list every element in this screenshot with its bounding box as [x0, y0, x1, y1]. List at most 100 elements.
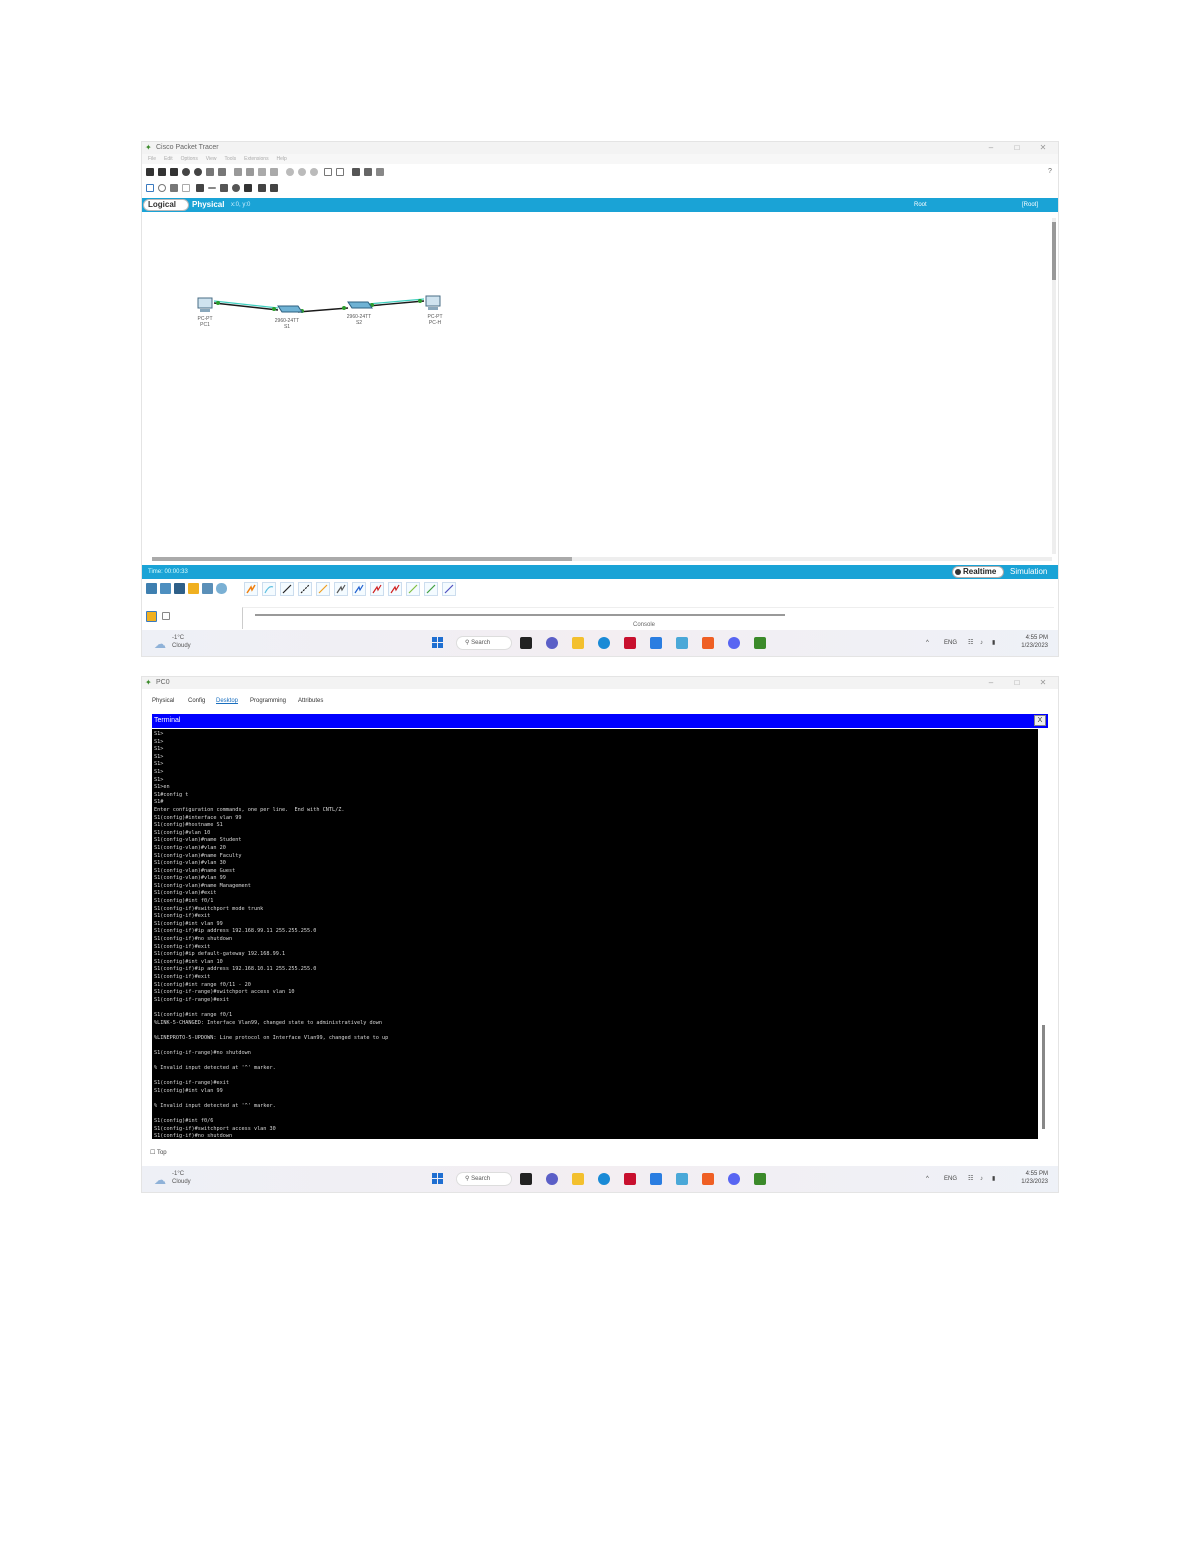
add-complex-pdu-icon[interactable]	[270, 184, 278, 192]
cisco-pt-icon[interactable]	[754, 637, 766, 649]
maximize-icon[interactable]: □	[1004, 142, 1030, 153]
selected-connection-icon[interactable]	[146, 611, 157, 622]
multiuser-icon[interactable]	[216, 583, 227, 594]
language-indicator[interactable]: ENG	[944, 639, 957, 647]
switch-icon[interactable]	[347, 301, 373, 309]
open-file-icon[interactable]	[158, 168, 166, 176]
terminal-scrollbar[interactable]	[1038, 729, 1048, 1139]
coaxial-icon[interactable]	[352, 582, 366, 596]
console-cable-icon[interactable]	[262, 582, 276, 596]
brave-browser-icon[interactable]	[702, 1173, 714, 1185]
terminal-output[interactable]: S1> S1> S1> S1> S1> S1> S1> S1>en S1#config t S1#…	[152, 729, 1038, 1139]
close-icon[interactable]: ✕	[1030, 142, 1056, 153]
tray-overflow-icon[interactable]: ^	[926, 1175, 929, 1183]
zoom-reset-icon[interactable]	[298, 168, 306, 176]
mcafee-icon[interactable]	[624, 1173, 636, 1185]
close-icon[interactable]: ✕	[1030, 677, 1056, 688]
menu-view[interactable]: View	[206, 154, 217, 164]
workspace-horizontal-scrollbar[interactable]	[152, 557, 1052, 561]
clock-date[interactable]: 1/23/2023	[1008, 1179, 1048, 1186]
wifi-icon[interactable]: ☷	[968, 1175, 973, 1183]
tab-physical[interactable]: Physical	[192, 200, 224, 210]
draw-rectangle-icon[interactable]	[220, 184, 228, 192]
windows-start-icon[interactable]	[432, 637, 444, 649]
volume-icon[interactable]: ♪	[980, 1175, 983, 1183]
network-devices-icon[interactable]	[146, 583, 157, 594]
file-explorer-icon[interactable]	[572, 1173, 584, 1185]
teams-chat-icon[interactable]	[546, 637, 558, 649]
taskbar-search-box[interactable]: ⚲ Search	[456, 636, 512, 650]
teams-chat-icon[interactable]	[546, 1173, 558, 1185]
image-icon[interactable]	[376, 168, 384, 176]
undo-icon[interactable]	[258, 168, 266, 176]
activity-wizard-icon[interactable]	[194, 168, 202, 176]
battery-icon[interactable]: ▮	[992, 1175, 995, 1183]
tab-attributes[interactable]: Attributes	[298, 697, 323, 705]
menu-file[interactable]: File	[148, 154, 156, 164]
drawing-palette-icon[interactable]	[324, 168, 332, 176]
switch-icon[interactable]	[277, 305, 303, 313]
menu-extensions[interactable]: Extensions	[244, 154, 268, 164]
delete-icon[interactable]	[170, 184, 178, 192]
serial-dte-icon[interactable]	[388, 582, 402, 596]
clock-time[interactable]: 4:55 PM	[1008, 635, 1048, 642]
minimize-icon[interactable]: –	[978, 677, 1004, 688]
workspace-vertical-scrollbar[interactable]	[1052, 218, 1056, 554]
custom-devices-icon[interactable]	[336, 168, 344, 176]
maximize-icon[interactable]: □	[1004, 677, 1030, 688]
mcafee-icon[interactable]	[624, 637, 636, 649]
edge-browser-icon[interactable]	[598, 1173, 610, 1185]
menu-tools[interactable]: Tools	[224, 154, 236, 164]
clock-date[interactable]: 1/23/2023	[1008, 643, 1048, 650]
network-info-icon[interactable]	[352, 168, 360, 176]
draw-ellipse-icon[interactable]	[232, 184, 240, 192]
clock-time[interactable]: 4:55 PM	[1008, 1171, 1048, 1178]
edge-browser-icon[interactable]	[598, 637, 610, 649]
redo-icon[interactable]	[270, 168, 278, 176]
new-file-icon[interactable]	[146, 168, 154, 176]
volume-icon[interactable]: ♪	[980, 639, 983, 647]
discord-icon[interactable]	[728, 1173, 740, 1185]
inspect-icon[interactable]	[158, 184, 166, 192]
misc-icon[interactable]	[202, 583, 213, 594]
tab-config[interactable]: Config	[188, 697, 205, 705]
zoom-in-icon[interactable]	[286, 168, 294, 176]
iot-custom-cable-icon[interactable]	[424, 582, 438, 596]
root-breadcrumb[interactable]: [Root]	[1022, 200, 1038, 210]
taskbar-search-box[interactable]: ⚲ Search	[456, 1172, 512, 1186]
pc-icon[interactable]	[197, 297, 213, 312]
pc-icon[interactable]	[425, 295, 441, 310]
tab-physical[interactable]: Physical	[152, 697, 174, 705]
wifi-icon[interactable]: ☷	[968, 639, 973, 647]
top-checkbox[interactable]: ☐ Top	[150, 1149, 167, 1157]
phone-cable-icon[interactable]	[334, 582, 348, 596]
logical-workspace[interactable]: PC-PT PC1 2960-24TT S1 2960-24TT S2 PC-PT PC…	[142, 212, 1052, 554]
brave-browser-icon[interactable]	[702, 637, 714, 649]
select-icon[interactable]	[146, 184, 154, 192]
add-simple-pdu-icon[interactable]	[258, 184, 266, 192]
device-list-icon[interactable]	[162, 612, 170, 620]
serial-dce-icon[interactable]	[370, 582, 384, 596]
connections-icon[interactable]	[188, 583, 199, 594]
resize-shape-icon[interactable]	[182, 184, 190, 192]
usb-cable-icon[interactable]	[442, 582, 456, 596]
save-as-icon[interactable]	[182, 168, 190, 176]
tab-desktop[interactable]: Desktop	[216, 697, 238, 705]
task-view-icon[interactable]	[520, 637, 532, 649]
file-explorer-icon[interactable]	[572, 637, 584, 649]
draw-line-icon[interactable]	[208, 187, 216, 189]
cisco-pt-icon[interactable]	[754, 1173, 766, 1185]
paste-icon[interactable]	[246, 168, 254, 176]
zoom-out-icon[interactable]	[310, 168, 318, 176]
language-indicator[interactable]: ENG	[944, 1175, 957, 1183]
place-note-icon[interactable]	[196, 184, 204, 192]
discord-icon[interactable]	[728, 637, 740, 649]
auto-connection-icon[interactable]	[244, 582, 258, 596]
user-profile-icon[interactable]	[218, 168, 226, 176]
copper-cross-icon[interactable]	[298, 582, 312, 596]
copy-icon[interactable]	[234, 168, 242, 176]
windows-start-icon[interactable]	[432, 1173, 444, 1185]
fiber-icon[interactable]	[316, 582, 330, 596]
tab-logical[interactable]: Logical	[143, 199, 189, 211]
print-icon[interactable]	[206, 168, 214, 176]
